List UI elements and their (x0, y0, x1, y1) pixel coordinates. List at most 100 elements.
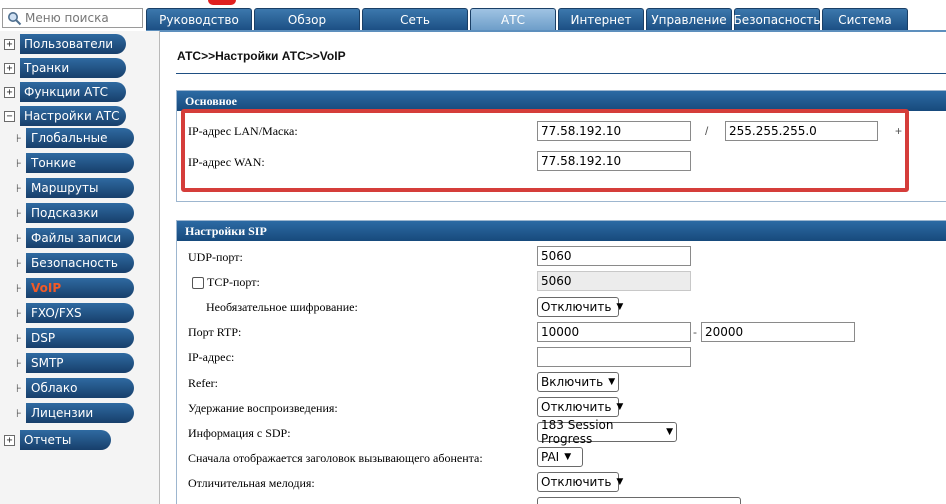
top-bar: Меню поиска Руководство Обзор Сеть АТС И… (0, 0, 946, 32)
sidebar-item-label: Транки (20, 58, 126, 78)
sidebar-subitem-label: Глобальные (26, 128, 134, 148)
select-value: Включить (541, 375, 604, 389)
sidebar-subitem-licenses[interactable]: ⊦ Лицензии (0, 403, 134, 423)
logo-fragment (208, 0, 236, 5)
tcp-port-label: TCP-порт: (207, 275, 260, 289)
tcp-port-row: TCP-порт: (192, 275, 260, 290)
hold-playback-label: Удержание воспроизведения: (188, 401, 338, 415)
tab-pbx[interactable]: АТС (470, 8, 556, 30)
sidebar-subitem-fxo-fxs[interactable]: ⊦ FXO/FXS (0, 303, 134, 323)
tree-branch-icon: ⊦ (16, 231, 22, 245)
tab-guide[interactable]: Руководство (146, 8, 252, 30)
sidebar-subitem-dsp[interactable]: ⊦ DSP (0, 328, 134, 348)
sidebar-item-trunks[interactable]: + Транки (0, 58, 126, 78)
search-placeholder: Меню поиска (25, 11, 109, 25)
expand-icon[interactable]: + (4, 434, 15, 446)
sidebar-subitem-prompts[interactable]: ⊦ Подсказки (0, 203, 134, 223)
tree-branch-icon: ⊦ (16, 381, 22, 395)
encryption-select[interactable]: Отключить ▼ (537, 297, 623, 317)
sidebar-item-label: Функции АТС (20, 82, 126, 102)
tree-branch-icon: ⊦ (16, 131, 22, 145)
refer-select[interactable]: Включить ▼ (537, 372, 619, 392)
udp-port-input[interactable]: 5060 (537, 246, 691, 266)
sidebar-subitem-smtp[interactable]: ⊦ SMTP (0, 353, 134, 373)
sidebar-subitem-security[interactable]: ⊦ Безопасность (0, 253, 134, 273)
sidebar-subitem-label: Безопасность (26, 253, 134, 273)
ip-address-input[interactable] (537, 347, 691, 367)
chevron-down-icon: ▼ (564, 452, 572, 462)
tab-management[interactable]: Управление (646, 8, 732, 30)
caller-header-label: Сначала отображается заголовок вызывающе… (188, 451, 483, 465)
sidebar-item-pbx-settings[interactable]: − Настройки АТС (0, 106, 126, 126)
rtp-port-from-input[interactable]: 10000 (537, 322, 691, 342)
sidebar-subitem-global[interactable]: ⊦ Глобальные (0, 128, 134, 148)
search-icon (5, 9, 23, 27)
tree-branch-icon: ⊦ (16, 181, 22, 195)
sidebar-item-reports[interactable]: + Отчеты (0, 430, 111, 450)
select-value: 183 Session Progress (541, 418, 614, 446)
sidebar-subitem-label: Файлы записи (26, 228, 134, 248)
tree-branch-icon: ⊦ (16, 306, 22, 320)
rtp-range-separator: - (693, 325, 697, 339)
tab-overview[interactable]: Обзор (254, 8, 360, 30)
sidebar-subitem-recordings[interactable]: ⊦ Файлы записи (0, 228, 134, 248)
tree-branch-icon: ⊦ (16, 331, 22, 345)
partial-select-row[interactable] (537, 497, 741, 504)
hold-playback-select[interactable]: Отключить ▼ (537, 397, 623, 417)
sidebar-subitem-label: Подсказки (26, 203, 134, 223)
tab-underline (146, 30, 946, 32)
expand-icon[interactable]: + (4, 38, 15, 50)
tree-branch-icon: ⊦ (16, 281, 22, 295)
tcp-port-checkbox[interactable] (192, 277, 204, 290)
sidebar-subitem-label: Облако (26, 378, 134, 398)
distinctive-ring-select[interactable]: Отключить ▼ (537, 472, 623, 492)
chevron-down-icon: ▼ (608, 377, 616, 387)
sidebar-subitem-fine[interactable]: ⊦ Тонкие (0, 153, 134, 173)
udp-port-label: UDP-порт: (188, 250, 243, 264)
highlight-box (181, 109, 909, 192)
expand-icon[interactable]: + (4, 86, 15, 98)
sidebar-item-label: Отчеты (20, 430, 111, 450)
chevron-down-icon: ▼ (616, 402, 624, 412)
tab-network[interactable]: Сеть (362, 8, 468, 30)
chevron-down-icon: ▼ (616, 477, 624, 487)
sidebar-subitem-voip[interactable]: ⊦ VoIP (0, 278, 134, 298)
expand-icon[interactable]: + (4, 62, 15, 74)
select-value: Отключить (541, 300, 612, 314)
select-value: Отключить (541, 475, 612, 489)
menu-search-input[interactable]: Меню поиска (2, 8, 143, 28)
tab-internet[interactable]: Интернет (558, 8, 644, 30)
ip-address-label: IP-адрес: (188, 350, 235, 364)
tree-branch-icon: ⊦ (16, 156, 22, 170)
sidebar-subitem-routes[interactable]: ⊦ Маршруты (0, 178, 134, 198)
tcp-port-input: 5060 (537, 271, 691, 291)
tree-branch-icon: ⊦ (16, 356, 22, 370)
select-value: Отключить (541, 400, 612, 414)
tree-branch-icon: ⊦ (16, 256, 22, 270)
refer-label: Refer: (188, 376, 218, 390)
sidebar-item-users[interactable]: + Пользователи (0, 34, 126, 54)
breadcrumb-divider (176, 73, 946, 74)
panel-title: Основное (177, 91, 946, 111)
select-value: PAI (541, 450, 560, 464)
caller-header-select[interactable]: PAI ▼ (537, 447, 583, 467)
sidebar-subitem-cloud[interactable]: ⊦ Облако (0, 378, 134, 398)
rtp-port-label: Порт RTP: (188, 325, 242, 339)
sidebar-subitem-label: SMTP (26, 353, 134, 373)
sidebar-item-pbx-functions[interactable]: + Функции АТС (0, 82, 126, 102)
chevron-down-icon: ▼ (666, 427, 673, 437)
sidebar-subitem-label: Маршруты (26, 178, 134, 198)
encryption-label: Необязательное шифрование: (206, 300, 358, 314)
sidebar-subitem-label: Тонкие (26, 153, 134, 173)
sidebar: + Пользователи + Транки + Функции АТС − … (0, 31, 160, 504)
tab-security[interactable]: Безопасность (734, 8, 821, 30)
sdp-info-select[interactable]: 183 Session Progress ▼ (537, 418, 677, 446)
rtp-port-to-input[interactable]: 20000 (701, 322, 855, 342)
tab-system[interactable]: Система (822, 8, 908, 30)
sidebar-subitem-label: FXO/FXS (26, 303, 134, 323)
collapse-icon[interactable]: − (4, 110, 15, 122)
sdp-info-label: Информация с SDP: (188, 426, 291, 440)
breadcrumb: АТС>>Настройки АТС>>VoIP (177, 49, 346, 63)
panel-title: Настройки SIP (177, 221, 946, 241)
tree-branch-icon: ⊦ (16, 406, 22, 420)
